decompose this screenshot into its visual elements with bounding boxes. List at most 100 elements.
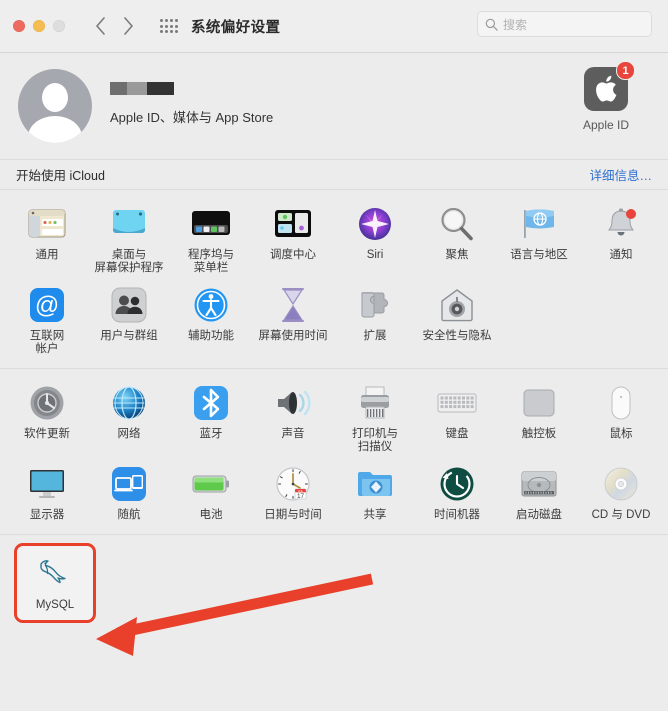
icloud-details-link[interactable]: 详细信息… xyxy=(589,165,652,184)
pane-label: 网络 xyxy=(117,428,141,440)
pane-desktop-screensaver[interactable]: 桌面与 屏幕保护程序 xyxy=(88,200,170,281)
displays-icon xyxy=(27,464,67,504)
pane-cd-dvd[interactable]: CD 与 DVD xyxy=(580,460,662,528)
pane-language-region[interactable]: 语言与地区 xyxy=(498,200,580,281)
pane-notifications[interactable]: 通知 xyxy=(580,200,662,281)
account-name-redacted xyxy=(110,82,273,95)
pane-label: Siri xyxy=(366,249,384,261)
back-button[interactable] xyxy=(89,13,111,39)
avatar-body xyxy=(28,116,82,143)
zoom-button-disabled xyxy=(53,20,65,32)
pane-label: 通知 xyxy=(609,249,633,261)
pane-label: 互联网 帐户 xyxy=(29,330,65,355)
pane-siri[interactable]: Siri xyxy=(334,200,416,281)
account-header[interactable]: Apple ID、媒体与 App Store 1 Apple ID xyxy=(0,53,668,159)
language-region-icon xyxy=(519,204,559,244)
navigation-buttons xyxy=(89,13,139,39)
sharing-icon xyxy=(355,464,395,504)
pane-label: 显示器 xyxy=(29,509,65,521)
pane-battery[interactable]: 电池 xyxy=(170,460,252,528)
svg-text:@: @ xyxy=(35,292,59,319)
pane-mission-control[interactable]: 调度中心 xyxy=(252,200,334,281)
keyboard-icon xyxy=(437,383,477,423)
pane-keyboard[interactable]: 键盘 xyxy=(416,379,498,460)
pane-accessibility[interactable]: 辅助功能 xyxy=(170,281,252,362)
pane-section-personal: 通用 桌面与 屏幕保护程序 程序坞与 菜单栏 调度中心 Siri 聚焦 语言与地… xyxy=(0,190,668,368)
pane-extensions[interactable]: 扩展 xyxy=(334,281,416,362)
pane-section-third-party: MySQL xyxy=(0,534,668,633)
pane-label: 通用 xyxy=(35,249,59,261)
forward-button[interactable] xyxy=(117,13,139,39)
pane-screen-time[interactable]: 屏幕使用时间 xyxy=(252,281,334,362)
pane-displays[interactable]: 显示器 xyxy=(6,460,88,528)
pane-label: 用户与群组 xyxy=(100,330,158,342)
battery-icon xyxy=(191,464,231,504)
general-icon xyxy=(27,204,67,244)
pane-label: 程序坞与 菜单栏 xyxy=(188,249,234,274)
pane-date-time[interactable]: JUL 17 日期与时间 xyxy=(252,460,334,528)
sound-icon xyxy=(273,383,313,423)
pane-section-hardware: 软件更新 网络 蓝牙 声音 打印机与 扫描仪 键盘 触控板 鼠标 显示器 随航 … xyxy=(0,368,668,534)
show-all-grid-icon[interactable] xyxy=(159,16,179,36)
mission-control-icon xyxy=(273,204,313,244)
pane-security-privacy[interactable]: 安全性与隐私 xyxy=(416,281,498,362)
pane-time-machine[interactable]: 时间机器 xyxy=(416,460,498,528)
icloud-banner-text: 开始使用 iCloud xyxy=(16,169,105,183)
pane-users-groups[interactable]: 用户与群组 xyxy=(88,281,170,362)
pane-startup-disk[interactable]: 启动磁盘 xyxy=(498,460,580,528)
pane-dock-menubar[interactable]: 程序坞与 菜单栏 xyxy=(170,200,252,281)
pane-sound[interactable]: 声音 xyxy=(252,379,334,460)
pane-sidecar[interactable]: 随航 xyxy=(88,460,170,528)
pane-label: 桌面与 屏幕保护程序 xyxy=(94,249,164,274)
printers-scanners-icon xyxy=(355,383,395,423)
pane-label: 日期与时间 xyxy=(264,509,322,521)
pane-label-apple-id: Apple ID xyxy=(582,118,630,132)
accessibility-icon xyxy=(191,285,231,325)
bluetooth-icon xyxy=(191,383,231,423)
pane-label: 调度中心 xyxy=(270,249,316,261)
pane-label: CD 与 DVD xyxy=(591,509,651,521)
minimize-button[interactable] xyxy=(33,20,45,32)
software-update-icon xyxy=(27,383,67,423)
pane-label: 触控板 xyxy=(521,428,557,440)
search-field[interactable]: 搜索 xyxy=(477,11,652,37)
pane-label: 打印机与 扫描仪 xyxy=(352,428,398,453)
users-groups-icon xyxy=(109,285,149,325)
pane-row: MySQL xyxy=(6,543,662,623)
pane-internet-accounts[interactable]: @ 互联网 帐户 xyxy=(6,281,88,362)
pane-mysql[interactable]: MySQL xyxy=(14,543,96,623)
pane-label: 键盘 xyxy=(445,428,469,440)
pane-apple-id[interactable]: 1 Apple ID xyxy=(568,61,644,132)
pane-label: 软件更新 xyxy=(24,428,70,440)
apple-id-badge: 1 xyxy=(616,61,635,80)
pane-spotlight[interactable]: 聚焦 xyxy=(416,200,498,281)
pane-sharing[interactable]: 共享 xyxy=(334,460,416,528)
icloud-banner: 开始使用 iCloud 详细信息… xyxy=(0,159,668,190)
pane-label: 鼠标 xyxy=(609,428,633,440)
close-button[interactable] xyxy=(13,20,25,32)
pane-label: 蓝牙 xyxy=(199,428,223,440)
search-icon xyxy=(485,18,498,31)
pane-row: 软件更新 网络 蓝牙 声音 打印机与 扫描仪 键盘 触控板 鼠标 xyxy=(6,379,662,460)
pane-trackpad[interactable]: 触控板 xyxy=(498,379,580,460)
mouse-icon xyxy=(601,383,641,423)
pane-label: 屏幕使用时间 xyxy=(258,330,328,342)
pane-label: 扩展 xyxy=(363,330,387,342)
cd-dvd-icon xyxy=(601,464,641,504)
avatar xyxy=(18,69,92,143)
pane-label: 聚焦 xyxy=(445,249,469,261)
pane-network[interactable]: 网络 xyxy=(88,379,170,460)
sidecar-icon xyxy=(109,464,149,504)
pane-bluetooth[interactable]: 蓝牙 xyxy=(170,379,252,460)
pane-printers-scanners[interactable]: 打印机与 扫描仪 xyxy=(334,379,416,460)
extensions-icon xyxy=(355,285,395,325)
pane-mouse[interactable]: 鼠标 xyxy=(580,379,662,460)
siri-icon xyxy=(355,204,395,244)
pane-general[interactable]: 通用 xyxy=(6,200,88,281)
account-subtitle: Apple ID、媒体与 App Store xyxy=(110,110,274,125)
internet-accounts-icon: @ xyxy=(27,285,67,325)
pane-label: 安全性与隐私 xyxy=(422,330,492,342)
pane-row: 显示器 随航 电池 JUL 17 日期与时间 共享 时间机器 启动磁盘 CD 与… xyxy=(6,460,662,528)
apple-logo-icon: 1 xyxy=(584,61,635,111)
pane-software-update[interactable]: 软件更新 xyxy=(6,379,88,460)
